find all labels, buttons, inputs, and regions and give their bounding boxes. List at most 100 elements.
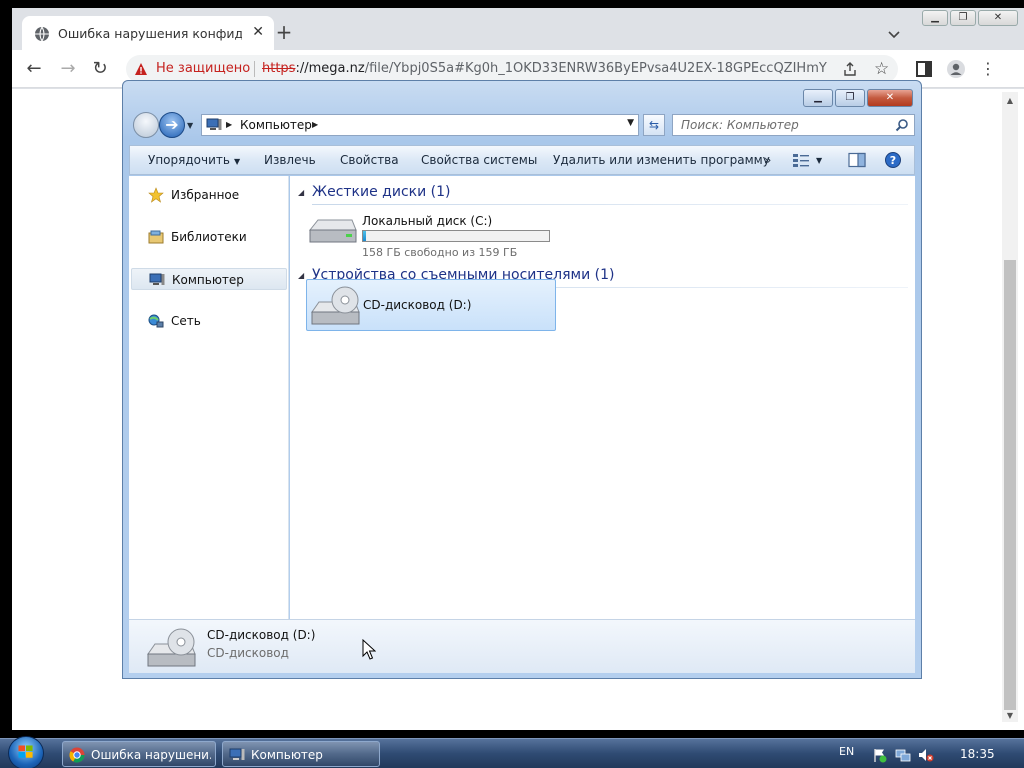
details-item-name: CD-дисковод (D:) xyxy=(207,628,316,642)
breadcrumb-separator-icon[interactable]: ▶ xyxy=(226,118,232,132)
back-arrow-icon[interactable]: ← xyxy=(24,59,44,79)
view-options-icon[interactable] xyxy=(792,152,810,168)
group-title-hard-disks: Жесткие диски (1) xyxy=(312,184,451,200)
collapse-triangle-icon[interactable]: ◢ xyxy=(298,271,304,280)
taskbar: Ошибка нарушени... Компьютер EN 18:35 xyxy=(0,736,1024,768)
navigation-pane: Избранное Библиотеки Компьютер Сеть xyxy=(129,176,289,619)
file-list-pane: ◢ Жесткие диски (1) Локальный диск (C:) … xyxy=(290,176,915,619)
disk-usage-bar xyxy=(362,230,550,242)
scrollbar-thumb[interactable] xyxy=(1004,260,1016,710)
nav-item-libraries[interactable]: Библиотеки xyxy=(131,226,287,248)
browser-window-controls: ▁ ❐ ✕ xyxy=(922,10,1018,28)
help-icon[interactable]: ? xyxy=(884,152,902,168)
menu-kebab-icon[interactable]: ⋮ xyxy=(978,59,998,79)
security-status[interactable]: Не защищено xyxy=(156,61,250,76)
warning-icon[interactable] xyxy=(134,62,148,76)
forward-arrow-icon[interactable]: → xyxy=(58,59,78,79)
side-panel-icon[interactable] xyxy=(914,59,934,79)
search-icon[interactable] xyxy=(895,118,909,132)
nav-label-network: Сеть xyxy=(171,314,201,328)
profile-avatar-icon[interactable] xyxy=(946,59,966,79)
breadcrumb-expand-icon[interactable]: ▶ xyxy=(312,118,318,132)
explorer-maximize-button[interactable]: ❐ xyxy=(835,89,865,107)
preview-pane-icon[interactable] xyxy=(848,152,866,168)
nav-item-network[interactable]: Сеть xyxy=(131,310,287,332)
scroll-up-arrow-icon[interactable]: ▲ xyxy=(1005,96,1015,105)
taskbar-item-explorer[interactable]: Компьютер xyxy=(222,741,380,767)
mouse-pointer-icon xyxy=(362,639,376,660)
tab-strip: Ошибка нарушения конфиденц ✕ + ▁ ❐ ✕ xyxy=(12,8,1024,50)
browser-close-button[interactable]: ✕ xyxy=(978,10,1018,26)
reload-icon[interactable]: ↻ xyxy=(90,59,110,79)
page-scrollbar[interactable]: ▲ ▼ xyxy=(1002,92,1018,722)
star-icon xyxy=(148,187,164,203)
address-bar[interactable]: Не защищено https://mega.nz/file/Ybpj0S5… xyxy=(126,55,898,83)
cd-drive-icon xyxy=(311,286,360,325)
nav-item-favorites[interactable]: Избранное xyxy=(131,184,287,206)
details-item-type: CD-дисковод xyxy=(207,646,289,660)
network-tray-icon[interactable] xyxy=(895,747,911,763)
windows-logo-icon xyxy=(18,745,33,758)
search-placeholder: Поиск: Компьютер xyxy=(681,118,799,132)
group-divider xyxy=(312,204,908,205)
system-properties-button[interactable]: Свойства системы xyxy=(421,153,537,167)
library-icon xyxy=(148,230,164,244)
hard-drive-icon xyxy=(308,219,357,243)
share-icon[interactable] xyxy=(842,61,858,77)
bookmark-star-icon[interactable]: ☆ xyxy=(874,59,889,79)
network-icon xyxy=(148,314,164,328)
action-center-flag-icon[interactable] xyxy=(872,747,888,763)
explorer-minimize-button[interactable]: ▁ xyxy=(803,89,833,107)
eject-button[interactable]: Извлечь xyxy=(264,153,316,167)
browser-tab[interactable]: Ошибка нарушения конфиденц ✕ xyxy=(22,16,274,50)
history-dropdown-icon[interactable]: ▼ xyxy=(187,121,193,130)
uninstall-program-button[interactable]: Удалить или изменить программу xyxy=(553,153,770,167)
local-disk-free-space: 158 ГБ свободно из 159 ГБ xyxy=(362,246,518,259)
forward-button[interactable]: ➔ xyxy=(159,112,185,138)
more-commands-button[interactable]: » xyxy=(764,153,771,167)
properties-button[interactable]: Свойства xyxy=(340,153,399,167)
url-scheme: https xyxy=(262,61,296,76)
cd-drive-name: CD-дисковод (D:) xyxy=(363,298,472,312)
taskbar-label-explorer: Компьютер xyxy=(251,748,323,762)
explorer-window-controls: ▁ ❐ ✕ xyxy=(803,89,913,107)
nav-item-computer[interactable]: Компьютер xyxy=(131,268,287,290)
local-disk-item[interactable]: Локальный диск (C:) 158 ГБ свободно из 1… xyxy=(306,212,556,264)
system-clock[interactable]: 18:35 xyxy=(960,747,995,761)
explorer-close-button[interactable]: ✕ xyxy=(867,89,913,107)
refresh-icon[interactable]: ⇆ xyxy=(643,114,665,136)
computer-icon xyxy=(229,748,245,760)
back-button[interactable] xyxy=(133,112,159,138)
url-path: /file/Ybpj0S5a#Kg0h_1OKD33ENRW36ByEPvsa4… xyxy=(364,61,827,76)
omnibox-divider xyxy=(254,61,255,77)
tab-search-chevron-icon[interactable] xyxy=(886,26,902,42)
collapse-triangle-icon[interactable]: ◢ xyxy=(298,188,304,197)
explorer-window: ▁ ❐ ✕ ➔ ▼ ▶ Компьютер ▶ ▼ ⇆ Поиск: Компь… xyxy=(122,80,922,679)
tab-close-icon[interactable]: ✕ xyxy=(252,24,264,40)
browser-minimize-button[interactable]: ▁ xyxy=(922,10,948,26)
local-disk-name: Локальный диск (C:) xyxy=(362,214,493,228)
taskbar-label-browser: Ошибка нарушени... xyxy=(91,748,211,762)
taskbar-item-browser[interactable]: Ошибка нарушени... xyxy=(62,741,216,767)
address-dropdown-icon[interactable]: ▼ xyxy=(627,118,634,128)
new-tab-button[interactable]: + xyxy=(274,22,294,42)
command-bar: Упорядочить ▼ Извлечь Свойства Свойства с… xyxy=(129,145,915,175)
organize-button[interactable]: Упорядочить ▼ xyxy=(148,153,240,167)
start-button[interactable] xyxy=(8,736,44,768)
url-text[interactable]: https://mega.nz/file/Ybpj0S5a#Kg0h_1OKD3… xyxy=(262,61,827,76)
volume-muted-icon[interactable] xyxy=(918,747,934,763)
explorer-address-bar[interactable]: ▶ Компьютер ▶ ▼ xyxy=(201,114,639,136)
view-dropdown-icon[interactable]: ▼ xyxy=(816,156,822,165)
browser-maximize-button[interactable]: ❐ xyxy=(950,10,976,26)
organize-dropdown-icon: ▼ xyxy=(233,157,241,166)
breadcrumb-computer[interactable]: Компьютер xyxy=(240,118,312,132)
group-header-hard-disks[interactable]: ◢ Жесткие диски (1) xyxy=(298,184,908,205)
disk-usage-fill xyxy=(363,231,366,241)
svg-text:?: ? xyxy=(890,154,896,167)
language-indicator[interactable]: EN xyxy=(839,745,854,758)
globe-icon xyxy=(35,26,49,42)
explorer-search-input[interactable]: Поиск: Компьютер xyxy=(672,114,915,136)
scroll-down-arrow-icon[interactable]: ▼ xyxy=(1005,711,1015,720)
cd-drive-icon xyxy=(147,628,196,667)
cd-drive-item[interactable]: CD-дисковод (D:) xyxy=(306,279,556,331)
